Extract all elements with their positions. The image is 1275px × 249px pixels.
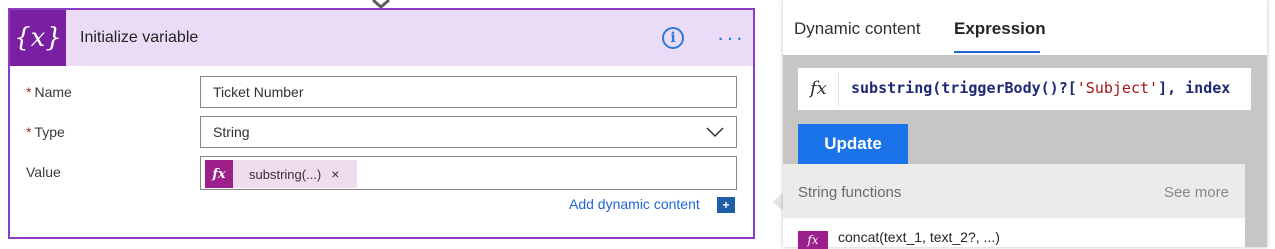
update-button[interactable]: Update — [798, 124, 908, 164]
fx-icon: fx — [810, 78, 827, 99]
see-more-link[interactable]: See more — [1164, 184, 1229, 201]
fx-icon: fx — [798, 231, 828, 249]
chevron-down-icon — [706, 127, 724, 138]
variable-icon: {x} — [10, 10, 66, 66]
name-field[interactable]: Ticket Number — [200, 76, 737, 108]
expression-text: substring(triggerBody()?['Subject'], ind… — [851, 79, 1231, 97]
more-options-icon[interactable]: ··· — [714, 27, 748, 49]
function-signature: concat(text_1, text_2?, ...) — [838, 229, 1000, 245]
card-header[interactable]: {x} Initialize variable i ··· — [10, 10, 753, 66]
type-dropdown-value: String — [213, 124, 250, 140]
info-icon[interactable]: i — [662, 27, 684, 49]
name-field-value: Ticket Number — [213, 84, 304, 100]
required-mark: * — [26, 124, 32, 140]
type-label: * Type — [26, 124, 65, 140]
card-title: Initialize variable — [80, 29, 199, 46]
section-label: String functions — [798, 184, 902, 201]
fx-icon: fx — [205, 160, 233, 188]
required-mark: * — [26, 84, 32, 100]
panel-scrollbar[interactable] — [1245, 164, 1267, 247]
name-label: * Name — [26, 84, 72, 100]
value-field[interactable]: fx substring(...) × — [200, 156, 737, 190]
expression-token[interactable]: fx substring(...) × — [205, 160, 357, 188]
value-label: Value — [26, 164, 61, 180]
type-dropdown[interactable]: String — [200, 116, 737, 148]
function-item-concat[interactable]: fx concat(text_1, text_2?, ...) — [783, 218, 1245, 249]
initialize-variable-card: {x} Initialize variable i ··· * Name Tick… — [8, 8, 755, 239]
add-dynamic-content-icon[interactable]: + — [717, 197, 735, 213]
add-dynamic-content-link[interactable]: Add dynamic content — [569, 196, 700, 212]
string-functions-header: String functions See more — [783, 164, 1245, 218]
connector-arrow-icon — [372, 0, 390, 8]
expression-divider — [838, 72, 839, 106]
tab-expression[interactable]: Expression — [954, 19, 1046, 39]
active-tab-indicator — [954, 51, 1040, 53]
expression-input[interactable]: fx substring(triggerBody()?['Subject'], … — [798, 68, 1251, 110]
remove-token-icon[interactable]: × — [331, 166, 339, 182]
tab-dynamic-content[interactable]: Dynamic content — [794, 19, 921, 39]
panel-pointer — [772, 193, 783, 211]
expression-token-label: substring(...) — [249, 166, 322, 182]
